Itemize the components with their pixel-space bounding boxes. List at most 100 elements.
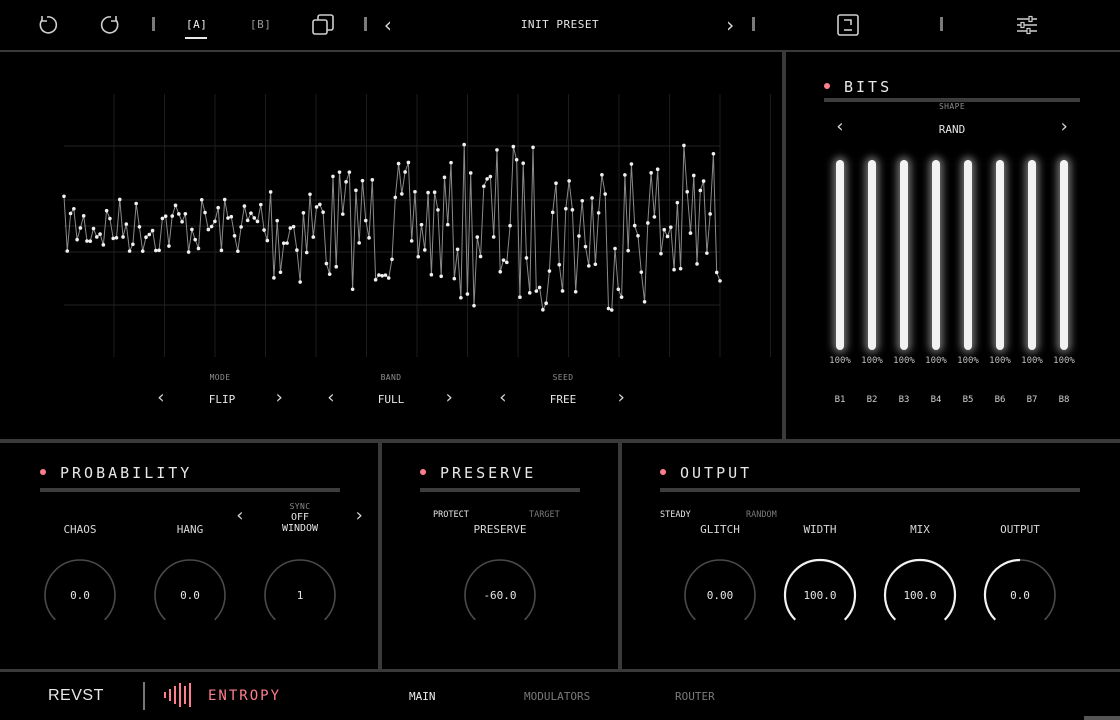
seed-next-chevron-icon[interactable]: ›: [613, 389, 629, 407]
waveform-point: [600, 172, 604, 177]
bit-slider-b2[interactable]: [868, 160, 876, 350]
shape-value[interactable]: RAND: [912, 123, 992, 136]
sync-prev-chevron-icon[interactable]: ‹: [232, 507, 248, 525]
waveform-point: [672, 267, 676, 272]
seed-prev-chevron-icon[interactable]: ‹: [495, 389, 511, 407]
seed-value[interactable]: FREE: [528, 393, 598, 406]
waveform-point: [229, 214, 234, 219]
waveform-point: [442, 175, 447, 180]
tab-modulators[interactable]: MODULATORS: [524, 690, 590, 703]
mode-prev-chevron-icon[interactable]: ‹: [153, 389, 169, 407]
waveform-point: [288, 226, 293, 230]
bit-slider-b5[interactable]: [964, 160, 972, 350]
protect-option[interactable]: PROTECT: [433, 510, 469, 520]
sync-value-off[interactable]: OFF: [260, 512, 340, 523]
waveform-point: [203, 210, 207, 215]
bit-slider-b4[interactable]: [932, 160, 940, 350]
preset-prev-chevron-icon[interactable]: ‹: [382, 13, 394, 37]
waveform-point: [403, 170, 407, 174]
mode-value[interactable]: FLIP: [187, 393, 257, 406]
waveform-point: [662, 227, 667, 232]
waveform-point: [462, 142, 466, 147]
waveform-point: [308, 192, 312, 197]
target-option[interactable]: TARGET: [529, 510, 560, 520]
glitch-value: 0.00: [706, 589, 734, 602]
shape-prev-chevron-icon[interactable]: ‹: [832, 118, 848, 136]
waveform-point: [416, 254, 421, 259]
waveform-point: [419, 222, 424, 227]
bit-slider-b8[interactable]: [1060, 160, 1068, 350]
waveform-point: [144, 235, 148, 240]
bit-slider-b3[interactable]: [900, 160, 908, 350]
save-icon[interactable]: [835, 12, 861, 38]
waveform-point: [514, 157, 519, 162]
waveform-point: [314, 205, 319, 209]
waveform-point: [186, 250, 191, 254]
band-value[interactable]: FULL: [356, 393, 426, 406]
waveform-point: [708, 212, 712, 216]
preset-name[interactable]: INIT PRESET: [500, 18, 620, 31]
waveform-point: [383, 273, 388, 277]
copy-icon[interactable]: [310, 12, 336, 38]
waveform-point: [373, 277, 378, 282]
waveform-point: [190, 227, 194, 232]
sync-value-window[interactable]: WINDOW: [260, 523, 340, 534]
waveform-point: [242, 204, 247, 208]
probability-title-rule: [40, 488, 340, 492]
waveform-point: [583, 244, 588, 249]
sync-next-chevron-icon[interactable]: ›: [351, 507, 367, 525]
waveform-point: [157, 248, 161, 253]
waveform-point: [301, 211, 306, 215]
bit-slider-b7[interactable]: [1028, 160, 1036, 350]
preset-a-button[interactable]: [A]: [186, 18, 207, 31]
waveform-point: [334, 264, 339, 269]
waveform-point: [587, 264, 591, 268]
settings-sliders-icon[interactable]: [1014, 12, 1040, 38]
waveform-point: [560, 289, 565, 293]
panel-divider: [0, 669, 1120, 672]
waveform-point: [259, 202, 263, 207]
band-prev-chevron-icon[interactable]: ‹: [323, 389, 339, 407]
waveform-point: [413, 189, 417, 194]
undo-icon[interactable]: [34, 12, 60, 38]
shape-label: SHAPE: [938, 102, 966, 111]
band-next-chevron-icon[interactable]: ›: [441, 389, 457, 407]
waveform-point: [363, 218, 368, 223]
waveform-point: [255, 219, 260, 224]
waveform-point: [111, 236, 115, 241]
preserve-knob-label: PRESERVE: [473, 523, 527, 536]
hang-value: 0.0: [180, 589, 200, 602]
preserve-value: -60.0: [483, 589, 517, 602]
bit-slider-b1[interactable]: [836, 160, 844, 350]
waveform-point: [649, 171, 653, 175]
waveform-point: [272, 276, 276, 280]
width-value: 100.0: [803, 589, 837, 602]
mode-next-chevron-icon[interactable]: ›: [271, 389, 287, 407]
waveform-point: [655, 167, 660, 172]
shape-next-chevron-icon[interactable]: ›: [1056, 118, 1072, 136]
waveform-point: [459, 295, 463, 300]
resize-handle[interactable]: [1084, 716, 1120, 720]
waveform-point: [337, 170, 342, 174]
waveform-point: [603, 192, 607, 196]
waveform-point: [347, 170, 352, 174]
tab-router[interactable]: ROUTER: [675, 690, 715, 703]
waveform-point: [199, 197, 204, 202]
waveform-point: [488, 174, 493, 179]
toolbar-divider: [364, 17, 367, 31]
bit-slider-b6[interactable]: [996, 160, 1004, 350]
random-option[interactable]: RANDOM: [746, 510, 777, 520]
tab-main[interactable]: MAIN: [409, 690, 436, 703]
probability-title: PROBABILITY: [60, 464, 193, 482]
redo-icon[interactable]: [98, 12, 124, 38]
waveform-point: [285, 241, 289, 245]
preset-b-button[interactable]: [B]: [250, 18, 271, 31]
waveform-point: [327, 272, 332, 276]
waveform-point: [350, 287, 355, 292]
waveform-point: [321, 210, 325, 214]
preset-next-chevron-icon[interactable]: ›: [724, 13, 736, 37]
waveform-point: [698, 188, 703, 193]
steady-option[interactable]: STEADY: [660, 510, 691, 520]
waveform-point: [691, 173, 696, 178]
waveform-point: [344, 180, 348, 184]
